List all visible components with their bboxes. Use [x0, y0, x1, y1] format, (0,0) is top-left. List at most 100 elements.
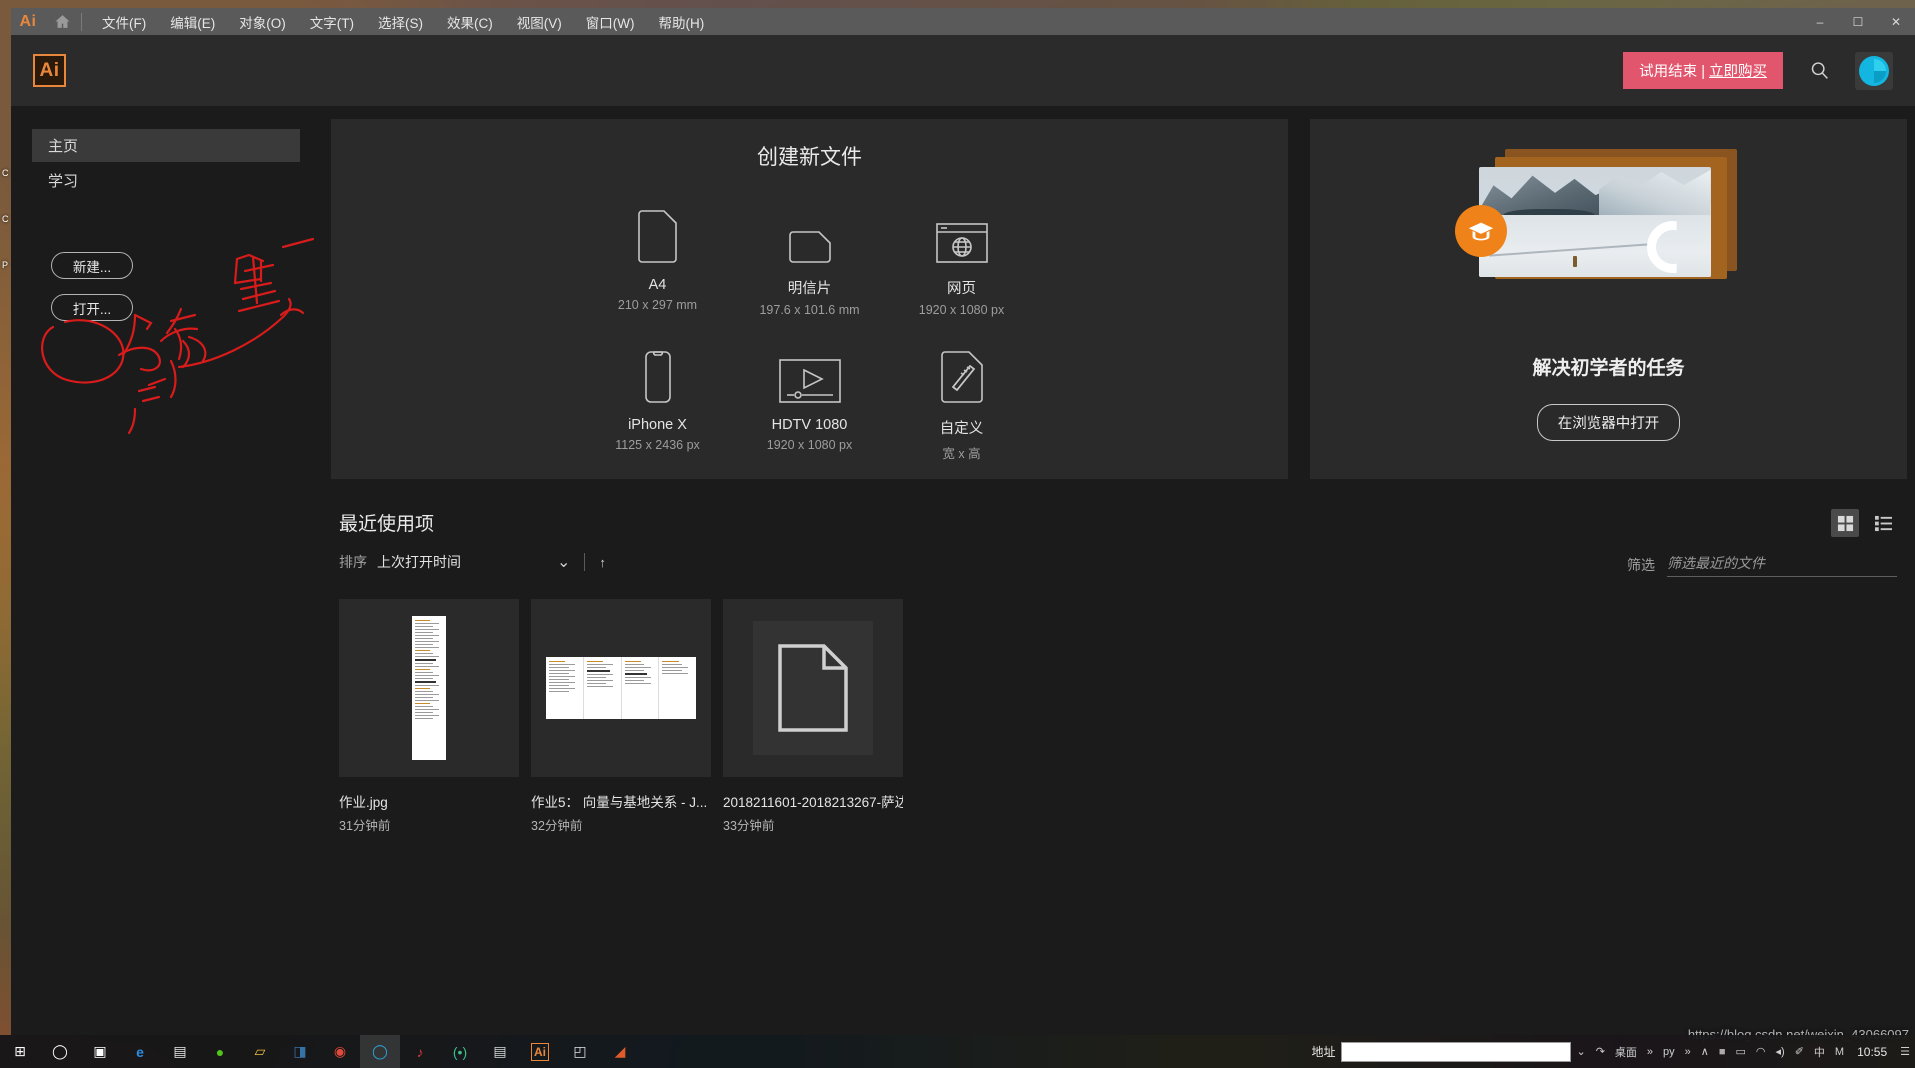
wechat-icon[interactable]: ● — [200, 1035, 240, 1068]
close-button[interactable]: ✕ — [1877, 8, 1915, 35]
preset-a4[interactable]: A4 210 x 297 mm — [598, 203, 718, 317]
address-chevron-icon[interactable]: ⌄ — [1576, 1045, 1585, 1058]
sidebar-item-home[interactable]: 主页 — [32, 129, 300, 162]
notification-center-icon[interactable]: ☰ — [1900, 1045, 1910, 1058]
battery-icon[interactable]: ▭ — [1736, 1045, 1746, 1058]
list-view-icon[interactable] — [1869, 509, 1897, 537]
window-controls: – ☐ ✕ — [1801, 8, 1915, 35]
desktop-overflow-icon[interactable]: » — [1647, 1046, 1653, 1058]
menu-edit[interactable]: 编辑(E) — [158, 8, 227, 36]
open-button-row: 打开... — [11, 294, 321, 321]
preset-postcard[interactable]: 明信片 197.6 x 101.6 mm — [750, 203, 870, 317]
netease-music-icon[interactable]: ♪ — [400, 1035, 440, 1068]
menu-file[interactable]: 文件(F) — [90, 8, 158, 36]
ime-chinese-icon[interactable]: 中 — [1814, 1044, 1825, 1060]
menu-select[interactable]: 选择(S) — [366, 8, 435, 36]
sidebar: 主页 学习 新建... 打开... — [11, 107, 321, 1035]
sort-direction-icon[interactable]: ↑ — [599, 555, 606, 570]
menu-effect[interactable]: 效果(C) — [435, 8, 505, 36]
wifi-tool-icon[interactable]: (•) — [440, 1035, 480, 1068]
task-view-icon[interactable]: ▣ — [80, 1035, 120, 1068]
ime-tool-icon[interactable]: ✐ — [1795, 1045, 1804, 1058]
recent-file-card[interactable]: 作业.jpg 31分钟前 — [339, 599, 519, 834]
file-time: 32分钟前 — [531, 819, 583, 833]
maximize-button[interactable]: ☐ — [1839, 8, 1877, 35]
generic-file-icon — [753, 621, 873, 755]
file-thumbnail[interactable] — [339, 599, 519, 777]
file-explorer-icon[interactable]: ▱ — [240, 1035, 280, 1068]
sort-divider — [584, 553, 586, 571]
new-document-button[interactable]: 新建... — [51, 252, 133, 279]
terminal-icon[interactable]: ▤ — [480, 1035, 520, 1068]
mountain-right — [1598, 170, 1711, 217]
avatar[interactable] — [1855, 51, 1893, 90]
illustrator-logo-icon: Ai — [33, 54, 66, 87]
menu-window[interactable]: 窗口(W) — [574, 8, 647, 36]
promo-image-stack — [1454, 149, 1739, 297]
menu-object[interactable]: 对象(O) — [227, 8, 298, 36]
preset-size: 1920 x 1080 px — [918, 303, 1005, 317]
network-icon[interactable]: ◠ — [1756, 1045, 1766, 1058]
grid-view-icon[interactable] — [1831, 509, 1859, 537]
microsoft-store-icon[interactable]: ▤ — [160, 1035, 200, 1068]
menu-view[interactable]: 视图(V) — [505, 8, 574, 36]
chrome-browser-icon[interactable]: ◉ — [320, 1035, 360, 1068]
app-header-right: 试用结束 | 立即购买 — [1623, 51, 1893, 90]
preset-custom[interactable]: 自定义 宽 x 高 — [902, 343, 1022, 462]
open-document-button[interactable]: 打开... — [51, 294, 133, 321]
buy-now-button[interactable]: 试用结束 | 立即购买 — [1623, 52, 1783, 89]
preset-size: 197.6 x 101.6 mm — [759, 303, 860, 317]
cortana-search-icon[interactable]: ◯ — [40, 1035, 80, 1068]
py-toolbar-label[interactable]: py — [1663, 1046, 1675, 1058]
chevron-down-icon[interactable]: ⌄ — [557, 552, 570, 572]
preset-row-1: A4 210 x 297 mm 明信片 197.6 x 101.6 mm 网页 … — [331, 203, 1288, 317]
show-hidden-icons[interactable]: ∧ — [1701, 1045, 1709, 1058]
clock[interactable]: 10:55 — [1849, 1045, 1895, 1059]
file-time: 33分钟前 — [723, 819, 775, 833]
matlab-icon[interactable]: ◢ — [600, 1035, 640, 1068]
sort-value[interactable]: 上次打开时间 — [377, 552, 461, 572]
sidebar-item-label: 学习 — [48, 173, 79, 190]
recent-file-card[interactable]: 2018211601-2018213267-萨达... 33分钟前 — [723, 599, 903, 834]
py-overflow-icon[interactable]: » — [1685, 1046, 1691, 1058]
desktop-icon-label: P — [2, 260, 9, 270]
cortana-circle-icon[interactable]: ◯ — [360, 1035, 400, 1068]
file-thumbnail[interactable] — [723, 599, 903, 777]
menubar: 文件(F) 编辑(E) 对象(O) 文字(T) 选择(S) 效果(C) 视图(V… — [90, 8, 716, 36]
menu-help[interactable]: 帮助(H) — [646, 8, 716, 36]
search-icon[interactable] — [1805, 57, 1833, 85]
recent-header-left: 最近使用项 排序 上次打开时间 ⌄ ↑ — [339, 509, 606, 572]
sidebar-item-learn[interactable]: 学习 — [32, 164, 300, 197]
edge-browser-icon[interactable]: e — [120, 1035, 160, 1068]
preset-name: A4 — [648, 277, 667, 293]
photos-icon[interactable]: ◰ — [560, 1035, 600, 1068]
desktop-toolbar-label[interactable]: 桌面 — [1615, 1044, 1637, 1060]
sort-label: 排序 — [339, 554, 367, 570]
buy-now-link[interactable]: 立即购买 — [1709, 64, 1767, 80]
preset-hdtv-1080[interactable]: HDTV 1080 1920 x 1080 px — [750, 343, 870, 462]
filter-input[interactable] — [1667, 553, 1897, 577]
illustrator-icon[interactable]: Ai — [531, 1042, 549, 1061]
ime-mode-icon[interactable]: M — [1835, 1046, 1844, 1058]
menu-type[interactable]: 文字(T) — [298, 8, 366, 36]
preset-web[interactable]: 网页 1920 x 1080 px — [902, 203, 1022, 317]
windows-start-icon[interactable]: ⊞ — [0, 1035, 40, 1068]
recent-title: 最近使用项 — [339, 514, 435, 535]
address-bar-label: 地址 — [1311, 1045, 1336, 1059]
display-icon[interactable]: ■ — [1719, 1046, 1726, 1058]
address-bar-input[interactable] — [1341, 1041, 1572, 1062]
custom-pencil-ruler-icon — [902, 343, 1022, 405]
file-thumbnail[interactable] — [531, 599, 711, 777]
menu-divider — [81, 12, 82, 31]
sidebar-item-label: 主页 — [48, 138, 79, 155]
python-idle-icon[interactable]: ◨ — [280, 1035, 320, 1068]
recent-file-card[interactable]: 作业5： 向量与基地关系 - J... 32分钟前 — [531, 599, 711, 834]
address-go-icon[interactable]: ↷ — [1596, 1045, 1605, 1058]
home-icon[interactable] — [45, 13, 79, 30]
minimize-button[interactable]: – — [1801, 8, 1839, 35]
volume-icon[interactable]: ◂) — [1776, 1045, 1785, 1058]
open-in-browser-button[interactable]: 在浏览器中打开 — [1536, 404, 1681, 441]
preset-iphone-x[interactable]: iPhone X 1125 x 2436 px — [598, 343, 718, 462]
file-time: 31分钟前 — [339, 819, 391, 833]
graduation-cap-icon — [1454, 205, 1507, 257]
